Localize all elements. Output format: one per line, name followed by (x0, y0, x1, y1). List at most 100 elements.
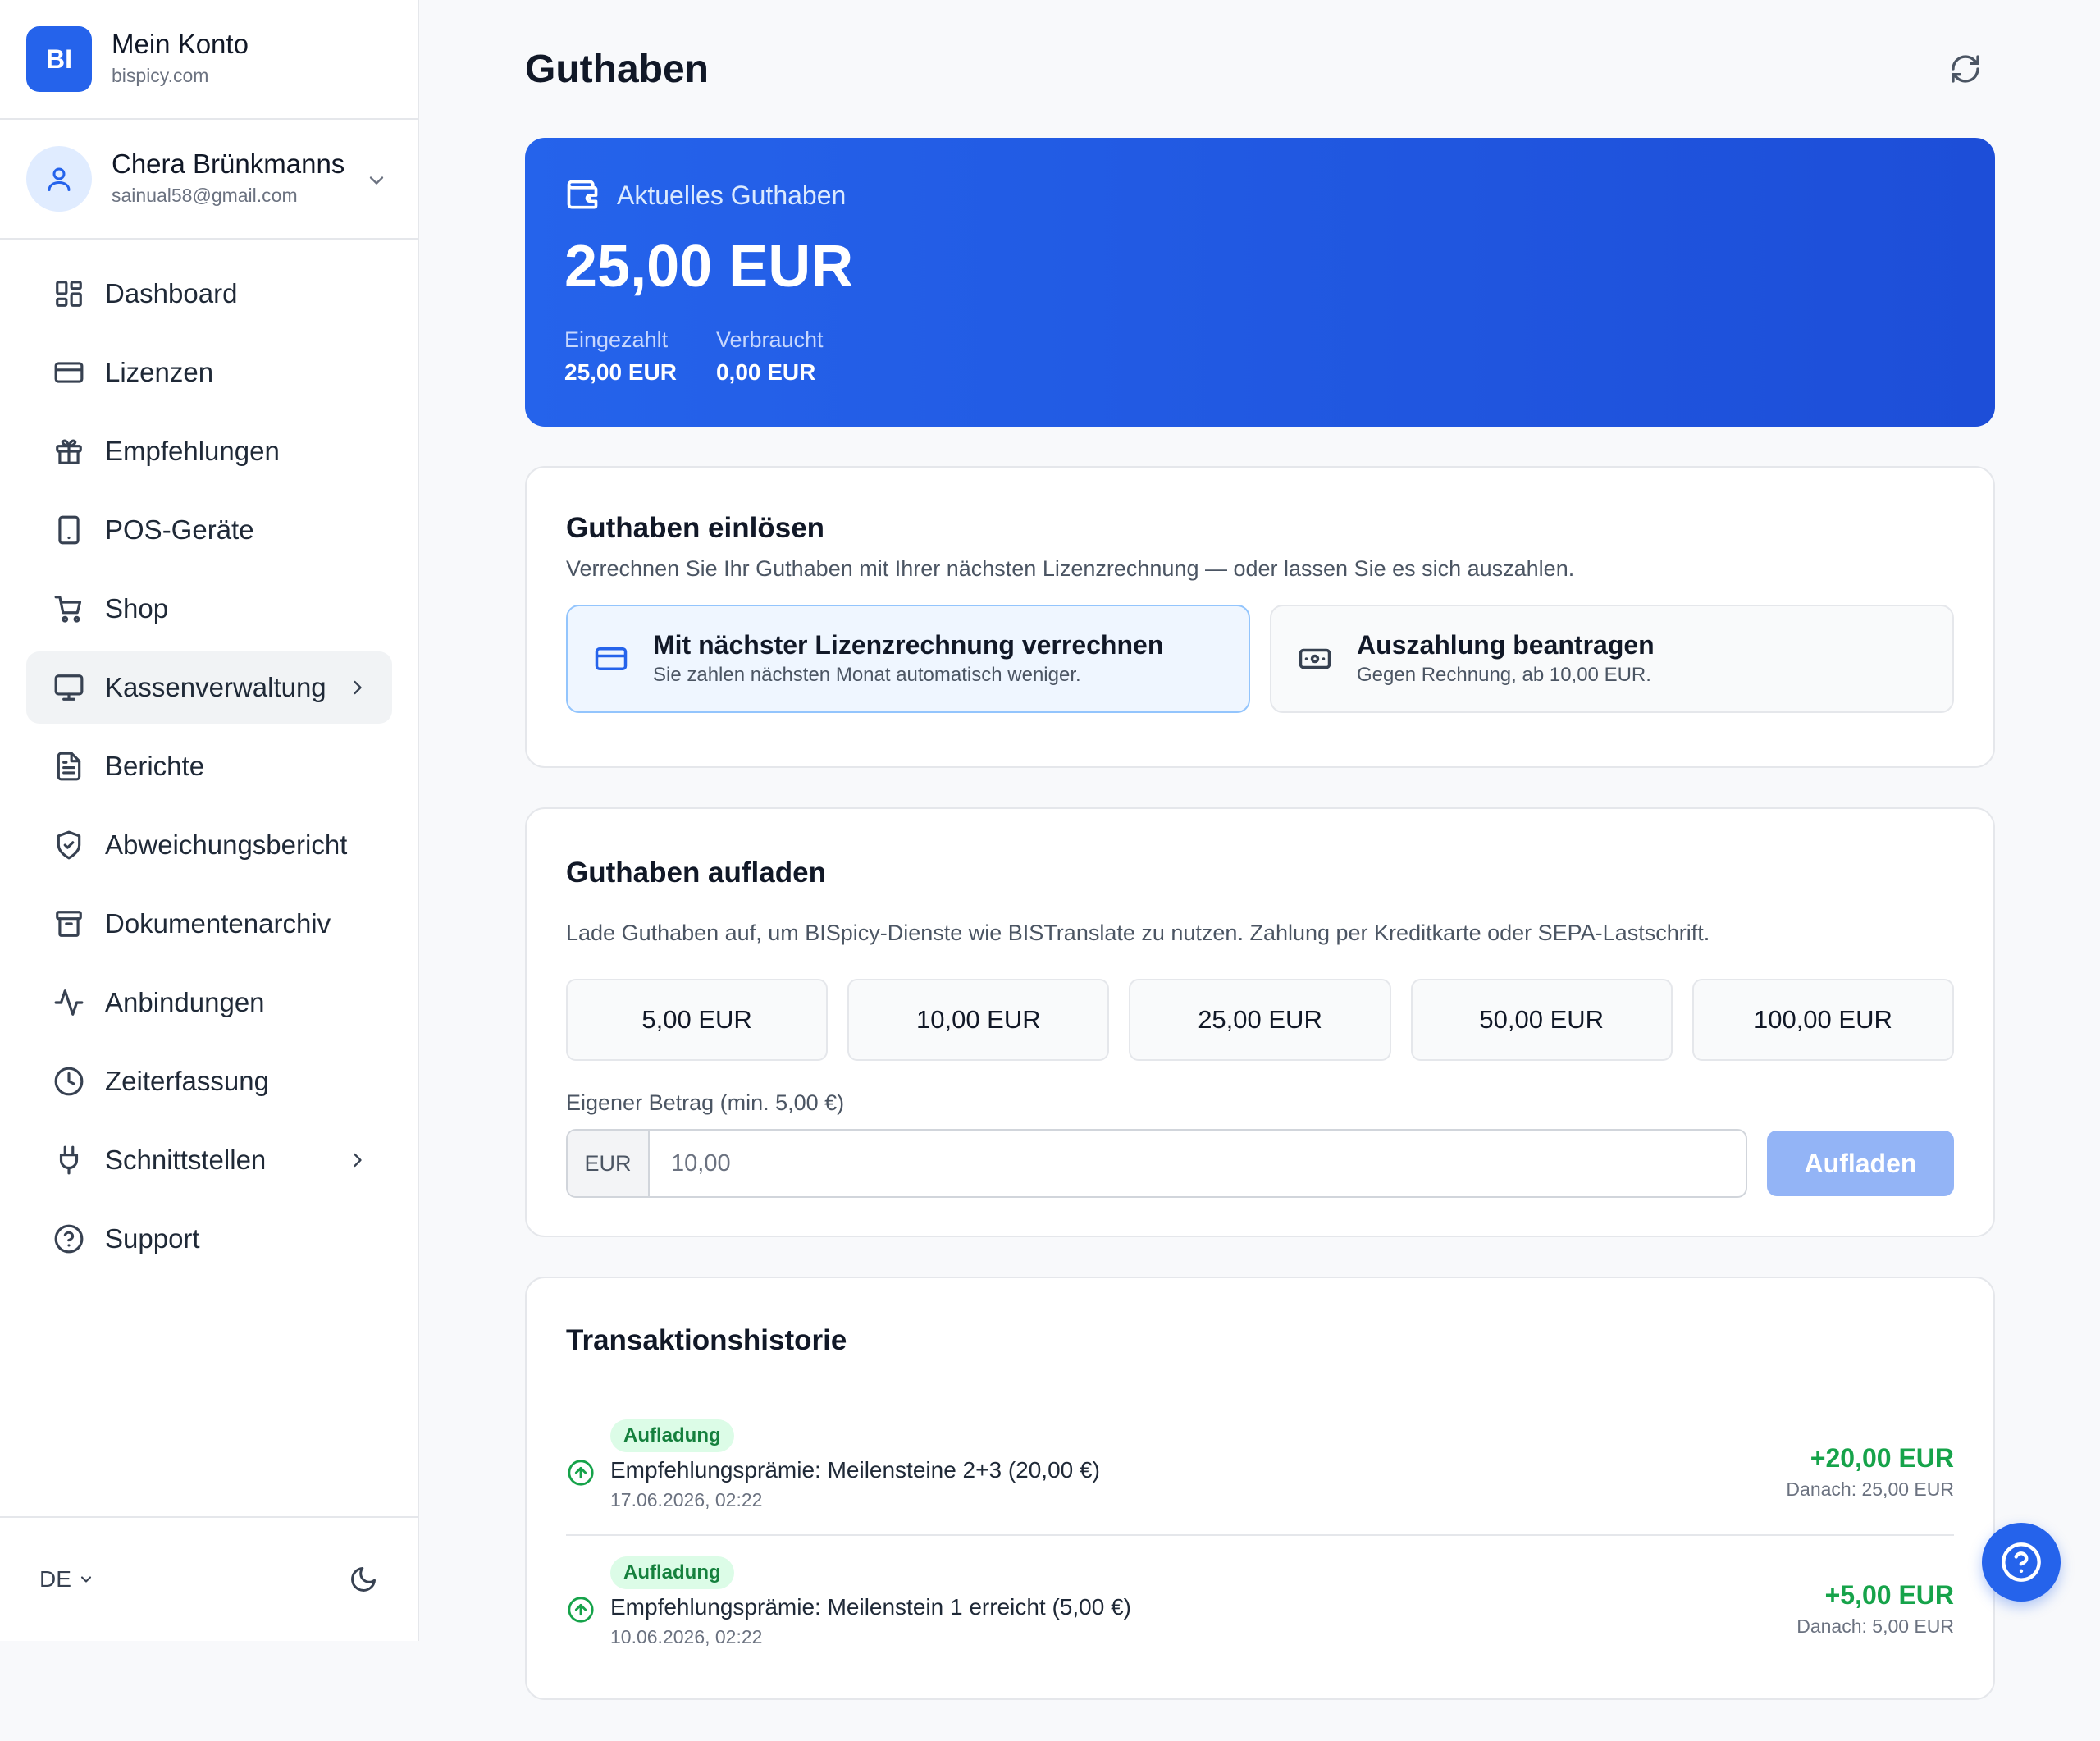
custom-amount-field[interactable]: EUR 10,00 (566, 1129, 1747, 1198)
user-menu[interactable]: Chera Brünkmanns sainual58@gmail.com (0, 120, 418, 240)
sidebar-item-berichte[interactable]: Berichte (26, 730, 392, 802)
dashboard-icon (52, 277, 85, 310)
shield-check-icon (52, 829, 85, 861)
sidebar-item-anbindungen[interactable]: Anbindungen (26, 966, 392, 1039)
sidebar: BI Mein Konto bispicy.com Chera Brünkman… (0, 0, 419, 1641)
used-stat: Verbraucht 0,00 EUR (716, 323, 824, 389)
deposited-value: 25,00 EUR (564, 359, 677, 385)
plug-icon (52, 1144, 85, 1177)
gift-icon (52, 435, 85, 468)
sidebar-item-label: Lizenzen (105, 357, 214, 387)
transaction-details: Aufladung Empfehlungsprämie: Meilenstein… (610, 1419, 1786, 1513)
brand-title: Mein Konto (112, 29, 249, 59)
transaction-details: Aufladung Empfehlungsprämie: Meilenstein… (610, 1556, 1796, 1650)
offset-invoice-option[interactable]: Mit nächster Lizenzrechnung verrechnen S… (566, 605, 1250, 713)
refresh-button[interactable] (1942, 46, 1988, 92)
amount-button-100[interactable]: 100,00 EUR (1691, 979, 1955, 1061)
user-name: Chera Brünkmanns (112, 149, 345, 179)
sidebar-item-label: Support (105, 1223, 200, 1254)
arrow-up-circle-icon (566, 1595, 596, 1624)
transaction-balance-after: Danach: 25,00 EUR (1786, 1478, 1954, 1500)
topup-description: Lade Guthaben auf, um BISpicy-Dienste wi… (566, 921, 1710, 945)
used-value: 0,00 EUR (715, 359, 816, 385)
sidebar-item-schnittstellen[interactable]: Schnittstellen (26, 1124, 392, 1196)
sidebar-item-support[interactable]: Support (26, 1203, 392, 1275)
avatar (26, 146, 92, 212)
sidebar-item-lizenzen[interactable]: Lizenzen (26, 336, 392, 409)
payout-request-option[interactable]: Auszahlung beantragen Gegen Rechnung, ab… (1270, 605, 1954, 713)
transaction-text: Empfehlungsprämie: Meilenstein 1 erreich… (610, 1594, 1131, 1620)
moon-icon[interactable] (349, 1565, 378, 1594)
custom-amount-input[interactable]: 10,00 (650, 1131, 1746, 1196)
transaction-list: Aufladung Empfehlungsprämie: Meilenstein… (566, 1398, 1954, 1670)
sidebar-item-dashboard[interactable]: Dashboard (26, 258, 392, 330)
tablet-icon (52, 514, 85, 546)
sidebar-item-label: Shop (105, 593, 169, 624)
sidebar-footer: DE (0, 1516, 418, 1641)
amount-button-50[interactable]: 50,00 EUR (1410, 979, 1673, 1061)
wallet-icon (567, 180, 598, 209)
amount-presets: 5,00 EUR 10,00 EUR 25,00 EUR 50,00 EUR 1… (566, 979, 1955, 1061)
currency-prefix: EUR (568, 1131, 650, 1196)
sidebar-item-kassenverwaltung[interactable]: Kassenverwaltung (26, 651, 392, 724)
sidebar-item-label: Kassenverwaltung (105, 672, 326, 702)
transaction-row: Aufladung Empfehlungsprämie: Meilenstein… (566, 1534, 1954, 1670)
help-button[interactable] (1982, 1523, 2061, 1602)
transaction-badge: Aufladung (610, 1419, 734, 1452)
transaction-amount: +20,00 EUR (1810, 1443, 1954, 1473)
deposited-label: Eingezahlt (564, 327, 669, 352)
balance-amount: 25,00 EUR (564, 234, 854, 299)
sidebar-item-label: Zeiterfassung (105, 1066, 269, 1096)
user-icon (48, 167, 71, 191)
amount-button-5[interactable]: 5,00 EUR (566, 979, 829, 1061)
chevron-down-icon (80, 1576, 91, 1583)
sidebar-item-empfehlungen[interactable]: Empfehlungen (26, 415, 392, 487)
amount-button-25[interactable]: 25,00 EUR (1129, 979, 1391, 1061)
transaction-balance-after: Danach: 5,00 EUR (1796, 1615, 1954, 1637)
cart-icon (52, 592, 85, 625)
sidebar-item-pos-geraete[interactable]: POS-Geräte (26, 494, 392, 566)
brand-header[interactable]: BI Mein Konto bispicy.com (0, 0, 418, 120)
transaction-text: Empfehlungsprämie: Meilensteine 2+3 (20,… (610, 1457, 1100, 1483)
balance-header: Aktuelles Guthaben (564, 177, 1956, 213)
transaction-badge: Aufladung (610, 1556, 734, 1589)
topup-card: Guthaben aufladen Lade Guthaben auf, um … (525, 807, 1995, 1237)
chevron-right-icon (354, 680, 362, 695)
sidebar-item-zeiterfassung[interactable]: Zeiterfassung (26, 1045, 392, 1117)
sidebar-nav: Dashboard Lizenzen Empfehlungen POS-Gerä… (0, 240, 418, 1275)
history-title: Transaktionshistorie (566, 1324, 847, 1356)
page-title: Guthaben (525, 47, 709, 91)
balance-card: Aktuelles Guthaben 25,00 EUR Eingezahlt … (525, 138, 1995, 427)
transaction-row: Aufladung Empfehlungsprämie: Meilenstein… (566, 1398, 1954, 1534)
refresh-icon (1952, 55, 1979, 83)
sidebar-item-label: Dashboard (105, 278, 238, 308)
topup-button[interactable]: Aufladen (1767, 1131, 1954, 1196)
credit-card-icon (52, 356, 85, 389)
redeem-description: Verrechnen Sie Ihr Guthaben mit Ihrer nä… (566, 556, 1575, 581)
sidebar-item-abweichungsbericht[interactable]: Abweichungsbericht (26, 809, 392, 881)
redeem-options: Mit nächster Lizenzrechnung verrechnen S… (566, 605, 1954, 713)
main-content: Guthaben Aktuelles Guthaben 25,00 EUR Ei… (525, 0, 1995, 1700)
user-email: sainual58@gmail.com (112, 185, 298, 206)
custom-amount-row: EUR 10,00 Aufladen (566, 1129, 1954, 1198)
sidebar-item-label: Empfehlungen (105, 436, 280, 466)
brand-logo: BI (26, 26, 92, 92)
monitor-icon (52, 671, 85, 704)
topup-title: Guthaben aufladen (566, 857, 826, 889)
history-card: Transaktionshistorie Aufladung Empfehlun… (525, 1277, 1995, 1700)
option-description: Gegen Rechnung, ab 10,00 EUR. (1357, 664, 1651, 686)
sidebar-item-label: Berichte (105, 751, 205, 781)
deposited-stat: Eingezahlt 25,00 EUR (564, 323, 677, 389)
sidebar-item-shop[interactable]: Shop (26, 573, 392, 645)
option-title: Auszahlung beantragen (1357, 630, 1655, 660)
sidebar-item-label: Dokumentenarchiv (105, 908, 331, 939)
sidebar-item-label: Anbindungen (105, 987, 265, 1017)
language-selector[interactable]: DE (39, 1566, 94, 1592)
redeem-card: Guthaben einlösen Verrechnen Sie Ihr Gut… (525, 466, 1995, 768)
chevron-down-icon[interactable] (365, 169, 388, 192)
sidebar-item-dokumentenarchiv[interactable]: Dokumentenarchiv (26, 888, 392, 960)
sidebar-item-label: Schnittstellen (105, 1145, 267, 1175)
amount-button-10[interactable]: 10,00 EUR (847, 979, 1110, 1061)
custom-amount-label: Eigener Betrag (min. 5,00 €) (566, 1090, 845, 1115)
credit-card-icon (594, 642, 628, 676)
